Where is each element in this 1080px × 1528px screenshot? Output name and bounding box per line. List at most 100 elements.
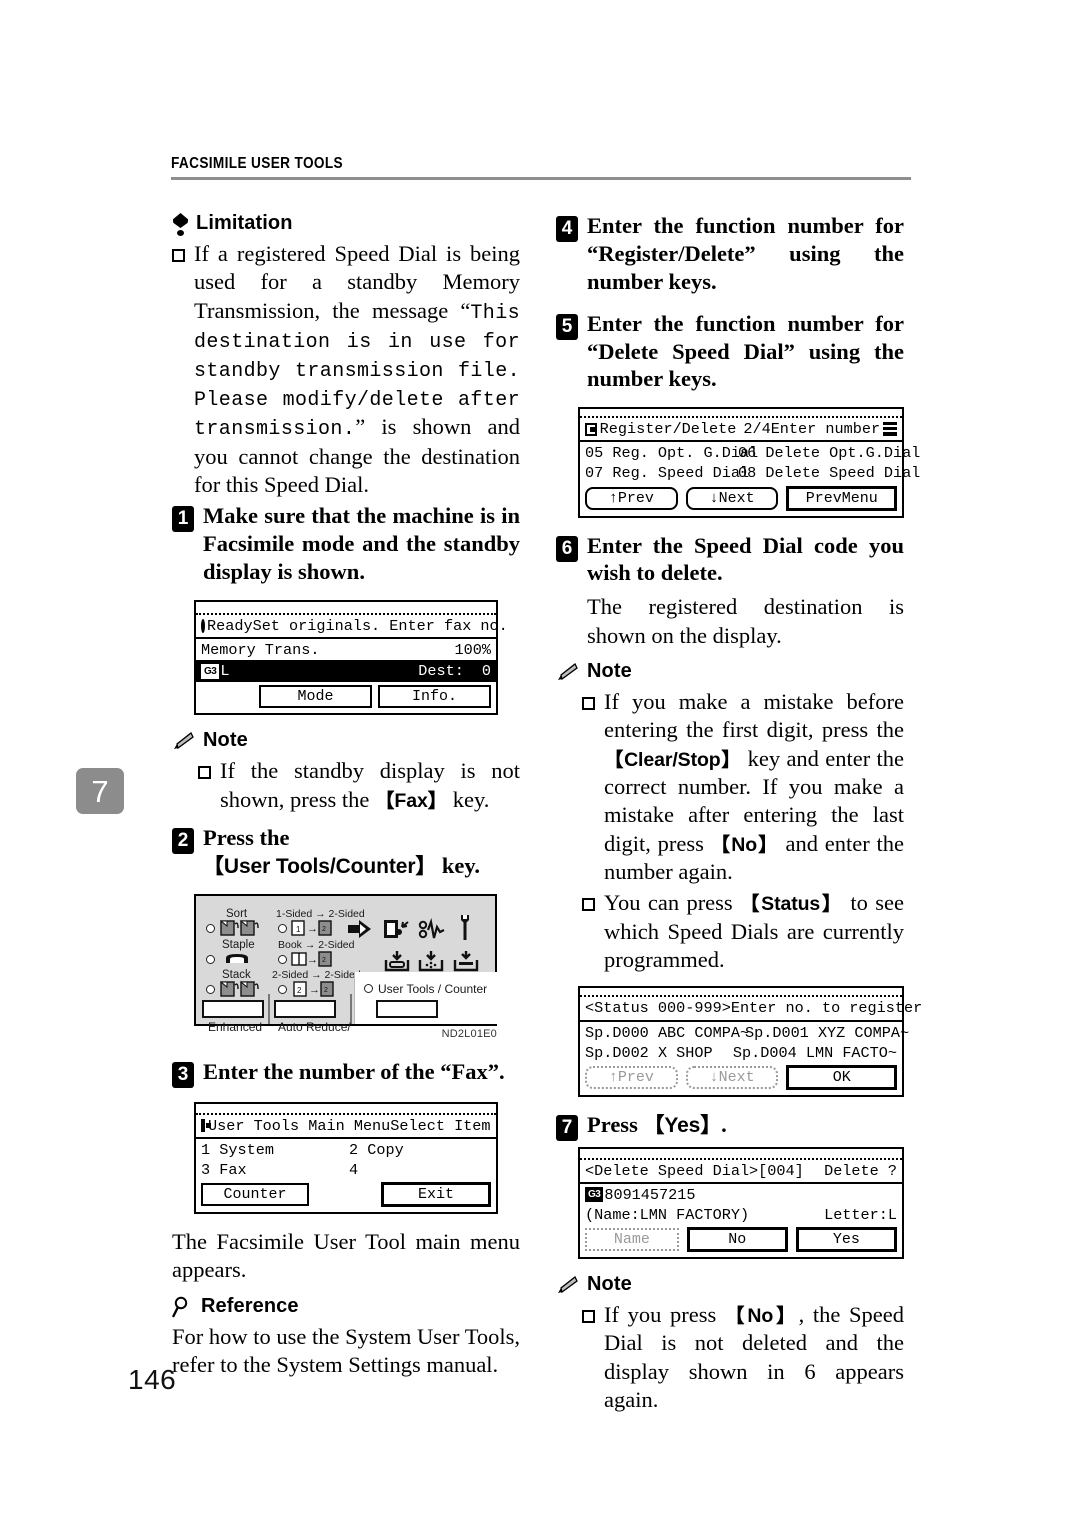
lcd-menu-item-2-num: 2 (349, 1140, 359, 1159)
energy-saver-icon (346, 918, 374, 945)
lcd-ok-button[interactable]: OK (786, 1064, 897, 1090)
lcd-rd-title-row: Register/Delete 2/4 Enter number (580, 416, 902, 443)
step-7-text-a: Press (587, 1111, 644, 1137)
limitation-heading: Limitation (172, 212, 520, 236)
lcd-prevmenu-button[interactable]: PrevMenu (786, 485, 897, 511)
lcd-next-button[interactable]: ↓Next (685, 486, 779, 510)
lcd-status-entry-3-name: X SHOP (657, 1043, 713, 1062)
duplex-2to2-icon: 2 → 2 (293, 981, 335, 1002)
svg-text:2: 2 (297, 986, 302, 995)
lcd-rd-item-1-label: Reg. Opt. G.Dial (612, 444, 759, 463)
lcd-standby-dest-row: G3 L Dest: 0 (196, 660, 496, 683)
bullet-square-icon (198, 766, 211, 780)
yes-key-label: 【Yes】 (643, 1113, 722, 1137)
lcd-no-button[interactable]: No (686, 1226, 788, 1252)
cp-key-1[interactable] (202, 999, 264, 1018)
duplex-1to2-icon: 1 → 2 (291, 920, 333, 941)
lcd-delete-title: <Delete Speed Dial>[004] (585, 1161, 804, 1180)
step-1-number: 1 (172, 506, 194, 533)
clear-stop-key-label: 【Clear/Stop】 (604, 748, 742, 771)
cp-label-staple: Staple (222, 938, 255, 951)
sort-icon (219, 920, 264, 941)
magnifier-icon (172, 1296, 194, 1318)
step-5-number: 5 (556, 313, 578, 340)
step-3-text: Enter the number of the “Fax”. (203, 1058, 505, 1084)
lcd-counter-button[interactable]: Counter (201, 1182, 309, 1206)
lcd-menu-button-row: Counter Exit (196, 1180, 496, 1207)
lcd-delete-name-row: (Name:LMN FACTORY) Letter:L (580, 1205, 902, 1225)
lcd-status-entry-2-name: XYZ COMPA~ (817, 1023, 910, 1042)
lcd-status-title-row: <Status 000-999>Enter no. to register (580, 995, 922, 1022)
step-2: 2 Press the 【User Tools/Counter】 key. (172, 824, 520, 880)
lcd-status-entry-3-code: Sp.D002 (585, 1043, 649, 1062)
lcd-rd-item-2-num: 06 (738, 444, 757, 463)
lcd-rd-item-3-num: 07 (585, 464, 604, 483)
lcd-next-button[interactable]: ↓Next (685, 1065, 779, 1089)
cp-led-1sided (278, 923, 287, 933)
cp-label-2sided-2sided: 2-Sided → 2-Sided (272, 968, 361, 981)
left-column: Limitation If a registered Speed Dial is… (172, 212, 520, 1389)
bullet-square-icon (172, 249, 185, 262)
bullet-square-icon (582, 898, 595, 912)
limitation-bullet: If a registered Speed Dial is being used… (172, 240, 520, 499)
step-6: 6 Enter the Speed Dial code you wish to … (556, 532, 904, 588)
lcd-status-row-2: Sp.D002 X SHOP Sp.D004 LMN FACTO~ (580, 1043, 902, 1063)
step-7-number: 7 (556, 1114, 578, 1141)
lcd-standby-mode-row: Memory Trans. 100% (196, 640, 496, 660)
g3-icon: G3 (201, 663, 220, 679)
lcd-standby-dest-mark: L (220, 662, 230, 681)
lcd-menu-title-row: User Tools Main Menu Select Item (196, 1112, 496, 1139)
lcd-menu-row-2: 3 Fax 4 (196, 1160, 496, 1180)
note-1-bullet: If the standby display is not shown, pre… (198, 757, 520, 814)
step-3: 3 Enter the number of the “Fax”. (172, 1058, 520, 1088)
step-4-number: 4 (556, 216, 578, 242)
lcd-menu-item-1-num: 1 (201, 1140, 211, 1159)
svg-text:→: → (309, 984, 320, 996)
note-2-label: Note (587, 660, 632, 682)
wrench-icon (456, 914, 474, 946)
lcd-menu-item-3-num: 3 (201, 1160, 211, 1179)
running-head: FACSIMILE USER TOOLS (171, 155, 911, 180)
cp-led-staple (206, 954, 215, 964)
step-4: 4 Enter the function number for “Registe… (556, 212, 904, 296)
note-3-bullet: If you press 【No】, the Speed Dial is not… (582, 1301, 904, 1414)
user-tools-counter-key-label: 【User Tools/Counter】 (203, 854, 437, 878)
lcd-delete-title-row: <Delete Speed Dial>[004] Delete ? (580, 1157, 902, 1184)
lcd-register-delete: Register/Delete 2/4 Enter number 05 Reg.… (578, 407, 920, 518)
step-6-text: Enter the Speed Dial code you wish to de… (587, 532, 904, 586)
bullet-square-icon (582, 1309, 595, 1323)
note-1-label: Note (203, 729, 248, 752)
lcd-standby-button-row: Mode Info. (196, 682, 496, 709)
step-1: 1 Make sure that the machine is in Facsi… (172, 502, 520, 586)
lcd-standby-title-row: Ready Set originals. Enter fax no. (196, 612, 508, 640)
interrupt-icon (382, 918, 410, 945)
cp-key-user-tools[interactable] (376, 999, 438, 1018)
lcd-status-entry-4-name: LMN FACTO~ (805, 1043, 897, 1062)
note-3-text-a: If you press (604, 1301, 725, 1327)
step-2-number: 2 (172, 827, 194, 854)
step-2-text-a: Press the (203, 824, 290, 850)
lcd-name-button[interactable]: Name (585, 1227, 679, 1251)
lcd-yes-button[interactable]: Yes (795, 1226, 897, 1252)
lcd-info-button[interactable]: Info. (378, 685, 491, 709)
pencil-icon (556, 1275, 580, 1296)
lcd-menu-title: User Tools Main Menu (208, 1116, 391, 1135)
step-7-text-b: . (721, 1111, 727, 1137)
lcd-prev-button[interactable]: ↑Prev (585, 486, 678, 510)
svg-text:2: 2 (322, 926, 326, 933)
svg-text:2: 2 (322, 957, 326, 964)
lcd-mode-button[interactable]: Mode (259, 685, 372, 709)
lcd-exit-button[interactable]: Exit (381, 1181, 491, 1207)
lcd-status-entry-4-code: Sp.D004 (732, 1043, 797, 1062)
lcd-status-button-row: ↑Prev ↓Next OK (580, 1063, 902, 1090)
cp-key-2[interactable] (274, 999, 336, 1018)
lcd-status-entry-2-code: Sp.D001 (745, 1023, 809, 1042)
lcd-prev-button[interactable]: ↑Prev (585, 1065, 678, 1089)
step-5: 5 Enter the function number for “Delete … (556, 310, 904, 394)
note-2-bullet-1: If you make a mistake before entering th… (582, 688, 904, 886)
note-2-b1-a: If you make a mistake before entering th… (604, 689, 904, 743)
scrollbar-icon[interactable] (883, 422, 897, 437)
lcd-rd-item-4-num: 08 (738, 464, 757, 483)
cp-label-sort: Sort (226, 907, 248, 920)
note-2-b2-a: You can press (604, 890, 741, 916)
